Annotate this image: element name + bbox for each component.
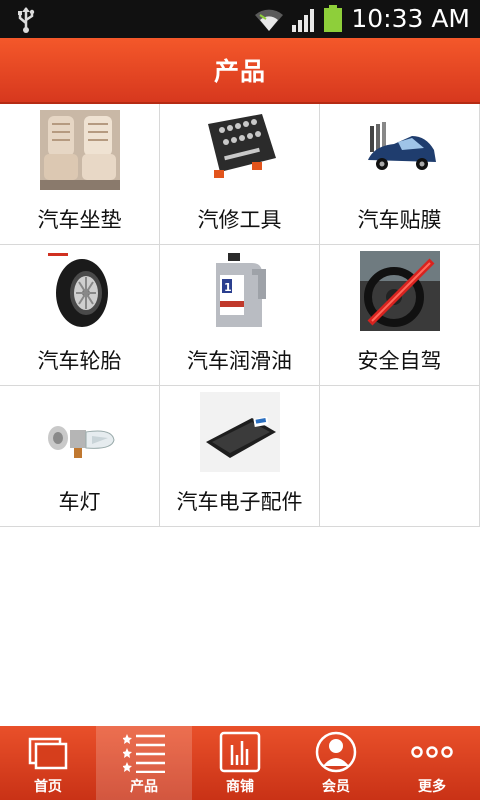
nav-label: 首页 [34, 779, 62, 795]
motor-oil-image: 1 [200, 251, 280, 331]
product-tile[interactable]: 汽修工具 [160, 104, 320, 245]
nav-label: 更多 [418, 779, 446, 795]
page-title: 产品 [213, 57, 266, 86]
status-bar: 10:33 AM [0, 0, 480, 38]
usb-icon [18, 7, 35, 33]
product-label: 汽车润滑油 [187, 349, 292, 373]
car-film-image [360, 110, 440, 190]
product-label: 汽车坐垫 [37, 208, 122, 232]
tire-image [40, 251, 120, 331]
member-icon [315, 731, 357, 773]
nav-item-more[interactable]: 更多 [384, 726, 480, 800]
product-tile[interactable]: 汽车坐垫 [0, 104, 160, 245]
nav-label: 产品 [130, 779, 158, 795]
product-label: 汽车轮胎 [37, 349, 122, 373]
electronics-image [200, 392, 280, 472]
tool-kit-image [200, 110, 280, 190]
nav-item-products[interactable]: 产品 [96, 726, 192, 800]
product-label: 车灯 [58, 490, 101, 514]
signal-icon [292, 9, 314, 32]
wifi-icon [255, 9, 283, 31]
bottom-nav: 首页 产品 商铺 会员 更多 [0, 726, 480, 800]
shop-icon [219, 731, 261, 773]
steering-lock-image [360, 251, 440, 331]
product-grid: 汽车坐垫 汽修工具 汽车贴膜 汽车轮胎 1 汽车润滑油 安全自驾 车灯 汽车电子… [0, 104, 480, 527]
nav-item-member[interactable]: 会员 [288, 726, 384, 800]
product-label: 汽车贴膜 [357, 208, 442, 232]
seat-cushion-image [40, 110, 120, 190]
product-tile[interactable]: 汽车轮胎 [0, 245, 160, 386]
product-tile[interactable]: 1 汽车润滑油 [160, 245, 320, 386]
page-header: 产品 [0, 38, 480, 104]
product-list-icon [123, 734, 165, 773]
product-label: 汽修工具 [197, 208, 282, 232]
nav-item-shop[interactable]: 商铺 [192, 726, 288, 800]
more-icon [411, 746, 453, 758]
status-clock: 10:33 AM [351, 4, 470, 33]
product-tile[interactable]: 汽车贴膜 [320, 104, 480, 245]
nav-label: 会员 [322, 779, 350, 795]
nav-label: 商铺 [226, 779, 254, 795]
empty-tile [320, 386, 480, 527]
headlight-bulb-image [40, 392, 120, 472]
home-icon [28, 737, 68, 770]
product-tile[interactable]: 车灯 [0, 386, 160, 527]
product-tile[interactable]: 汽车电子配件 [160, 386, 320, 527]
product-label: 汽车电子配件 [176, 490, 303, 514]
battery-icon [324, 5, 342, 32]
product-label: 安全自驾 [357, 349, 442, 373]
product-tile[interactable]: 安全自驾 [320, 245, 480, 386]
nav-item-home[interactable]: 首页 [0, 726, 96, 800]
svg-text:1: 1 [224, 281, 232, 294]
